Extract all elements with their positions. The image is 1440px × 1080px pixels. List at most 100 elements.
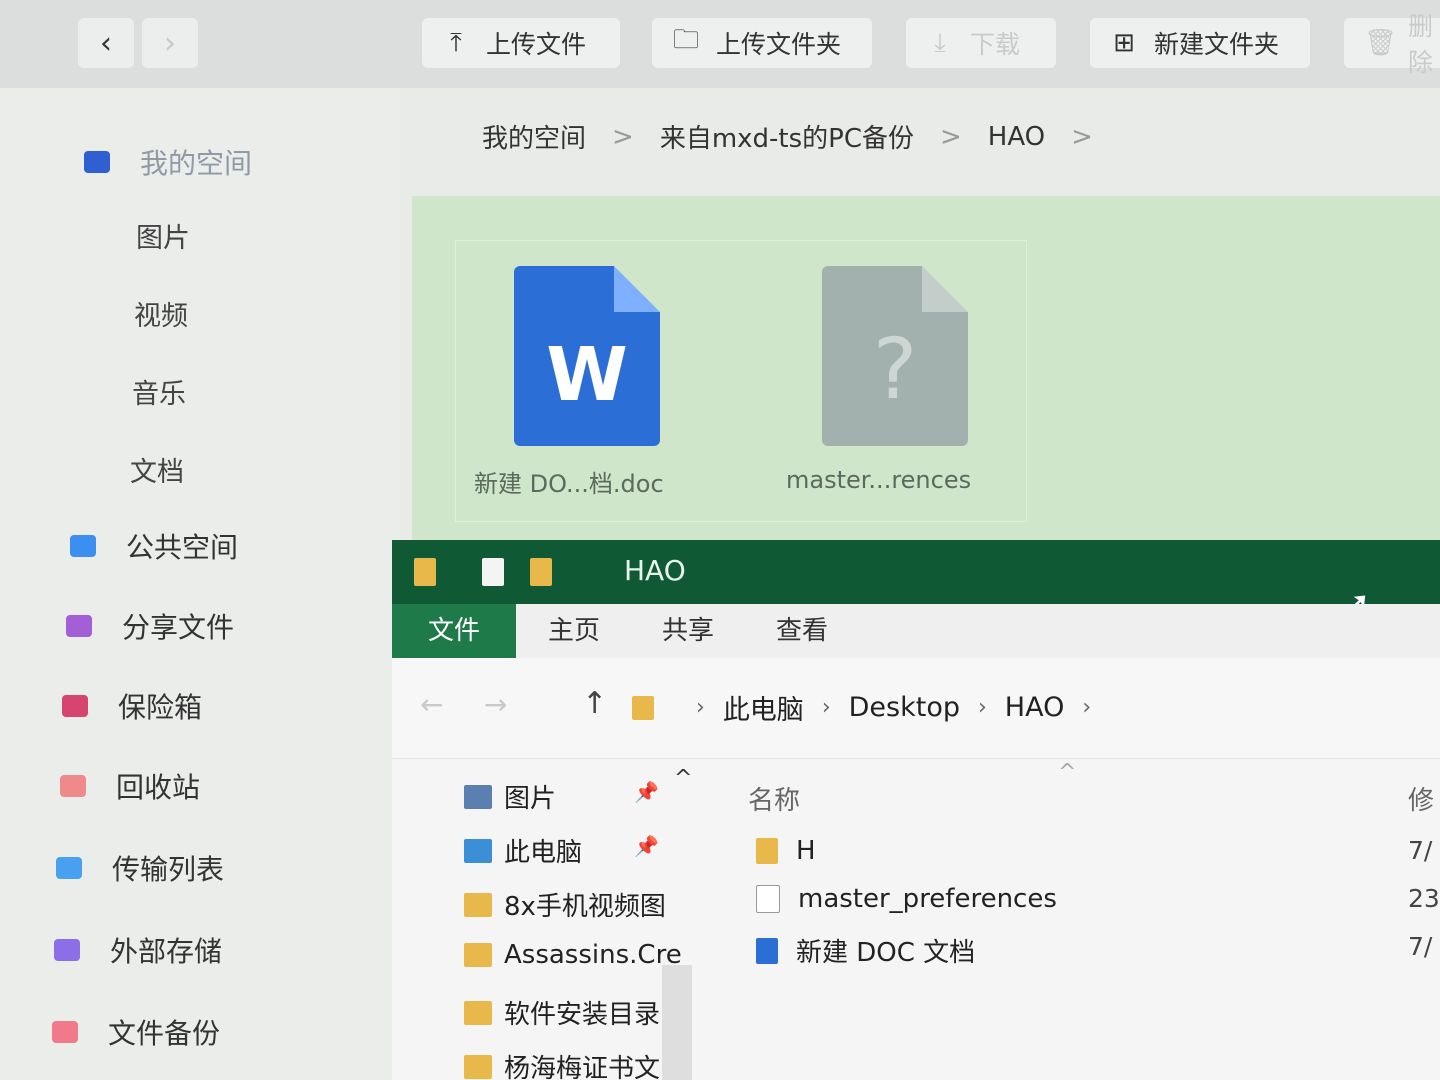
window-title: HAO [624, 554, 686, 587]
folder-icon [464, 1054, 492, 1079]
word-letter: W [546, 332, 628, 418]
word-file-icon[interactable]: W [514, 266, 660, 446]
file-name: master_preferences [798, 884, 1057, 914]
file-tile-label[interactable]: 新建 DO...档.doc [474, 464, 664, 499]
sidebar-subitem-videos[interactable]: 视频 [134, 294, 188, 333]
new-folder-icon[interactable] [530, 558, 552, 586]
sidebar-item-label: 公共空间 [126, 531, 239, 564]
breadcrumb-item-pc-backup[interactable]: 来自mxd-ts的PC备份 [660, 118, 914, 155]
file-icon [756, 885, 780, 913]
new-folder-button[interactable]: ⊞ 新建文件夹 [1090, 18, 1310, 68]
breadcrumb-item-my-space[interactable]: 我的空间 [482, 118, 586, 155]
nav-item-label: 8x手机视频图 [504, 892, 666, 922]
sidebar-subitem-pictures[interactable]: 图片 [136, 216, 190, 255]
public-space-icon [70, 535, 96, 557]
nav-item-this-pc[interactable]: 此电脑 📌 [464, 832, 659, 869]
forward-button[interactable]: › [142, 18, 198, 68]
path-item-desktop[interactable]: Desktop [849, 692, 960, 723]
download-button[interactable]: ⤓ 下载 [906, 18, 1056, 68]
transfer-icon [56, 857, 82, 879]
ribbon-tabs: 文件 主页 共享 查看 [392, 604, 1440, 658]
path-item-hao[interactable]: HAO [1005, 692, 1065, 723]
upload-folder-button[interactable]: 🗀 上传文件夹 [652, 18, 872, 68]
nav-item-folder[interactable]: 8x手机视频图 [464, 886, 666, 923]
unknown-file-icon[interactable]: ? [822, 266, 968, 446]
back-arrow-icon[interactable]: ← [420, 688, 443, 721]
up-arrow-icon[interactable]: ↑ [582, 686, 607, 721]
nav-item-label: Assassins.Cre [504, 940, 682, 970]
upload-file-button[interactable]: ⤒ 上传文件 [422, 18, 620, 68]
sidebar-item-my-space[interactable]: 我的空间 [84, 142, 252, 182]
column-header-modified[interactable]: 修 [1408, 780, 1434, 817]
tab-view[interactable]: 查看 [746, 604, 858, 658]
sidebar-item-label: 保险箱 [118, 691, 203, 724]
explorer-window: HAO ➚ 文件 主页 共享 查看 ← → ↑ › 此电脑 › Desktop … [392, 540, 1440, 1080]
sidebar-subitem-music[interactable]: 音乐 [132, 372, 186, 411]
properties-icon[interactable] [482, 558, 504, 586]
nav-item-folder[interactable]: Assassins.Cre [464, 940, 682, 970]
sidebar-item-recycle-bin[interactable]: 回收站 [60, 766, 200, 806]
nav-item-label: 杨海梅证书文 [504, 1054, 661, 1080]
folder-icon [464, 892, 492, 917]
chevron-right-icon: > [940, 121, 962, 152]
sidebar-item-file-backup[interactable]: 文件备份 [52, 1012, 220, 1052]
cloud-drive-icon [84, 151, 110, 173]
column-header-name[interactable]: 名称 [748, 780, 800, 817]
file-list: ^ 名称 修 H 7/ master_preferences 23 新建 DOC… [748, 758, 1440, 1080]
nav-item-pictures[interactable]: 图片 📌 [464, 778, 659, 815]
address-bar: ← → ↑ › 此电脑 › Desktop › HAO › [392, 658, 1440, 759]
sidebar-item-transfer-list[interactable]: 传输列表 [56, 848, 224, 888]
chevron-right-icon: › [1082, 695, 1092, 720]
sort-caret-icon: ^ [1058, 760, 1077, 785]
back-button[interactable]: ‹ [78, 18, 134, 68]
file-date: 23 [1408, 884, 1440, 913]
table-row[interactable]: H [756, 836, 816, 866]
table-row[interactable]: 新建 DOC 文档 [756, 932, 975, 969]
sidebar-item-label: 回收站 [116, 771, 201, 804]
sidebar-item-label: 分享文件 [122, 611, 235, 644]
folder-icon [414, 558, 436, 586]
download-label: 下载 [970, 30, 1021, 59]
nav-item-folder[interactable]: 软件安装目录 [464, 994, 660, 1031]
sidebar-item-shared-files[interactable]: 分享文件 [66, 606, 234, 646]
sidebar-subitem-documents[interactable]: 文档 [130, 450, 184, 489]
chevron-right-icon: › [696, 695, 705, 720]
new-folder-label: 新建文件夹 [1154, 30, 1280, 59]
chevron-right-icon: > [1071, 121, 1093, 152]
nav-item-label: 图片 [504, 784, 557, 814]
table-row[interactable]: master_preferences [756, 884, 1057, 914]
folder-icon [464, 943, 492, 967]
tab-share[interactable]: 共享 [632, 604, 744, 658]
delete-button[interactable]: 🗑 删除 [1344, 12, 1440, 77]
tab-home[interactable]: 主页 [518, 604, 630, 658]
explorer-title-bar: HAO ➚ [392, 540, 1440, 624]
upload-file-label: 上传文件 [486, 30, 587, 59]
word-file-icon [756, 937, 778, 964]
nav-scrollbar[interactable] [662, 965, 692, 1080]
file-tile-label[interactable]: master...rences [786, 466, 971, 494]
folder-icon [756, 838, 778, 864]
sidebar-item-external-storage[interactable]: 外部存储 [54, 930, 222, 970]
file-date: 7/ [1408, 932, 1433, 961]
path-item-this-pc[interactable]: 此电脑 [723, 688, 804, 727]
chevron-right-icon: › [821, 695, 831, 720]
sidebar-item-public-space[interactable]: 公共空间 [70, 526, 238, 566]
question-mark: ? [872, 320, 918, 418]
pictures-icon [464, 784, 492, 809]
sidebar-item-label: 我的空间 [140, 147, 253, 180]
tab-file[interactable]: 文件 [392, 604, 516, 658]
safe-box-icon [62, 695, 88, 717]
backup-icon [52, 1021, 78, 1043]
trash-icon: 🗑 [1364, 28, 1398, 58]
file-date: 7/ [1408, 836, 1433, 865]
sidebar-item-safe-box[interactable]: 保险箱 [62, 686, 202, 726]
address-path[interactable]: › 此电脑 › Desktop › HAO › [632, 688, 1109, 727]
nav-item-folder[interactable]: 杨海梅证书文 [464, 1048, 660, 1080]
folder-icon [464, 1000, 492, 1025]
breadcrumb-item-hao[interactable]: HAO [988, 122, 1045, 152]
file-name: H [796, 836, 816, 866]
pin-icon: 📌 [634, 834, 659, 858]
collapse-caret-icon[interactable]: ^ [674, 766, 692, 791]
sidebar-item-label: 外部存储 [110, 935, 223, 968]
forward-arrow-icon[interactable]: → [484, 688, 507, 721]
